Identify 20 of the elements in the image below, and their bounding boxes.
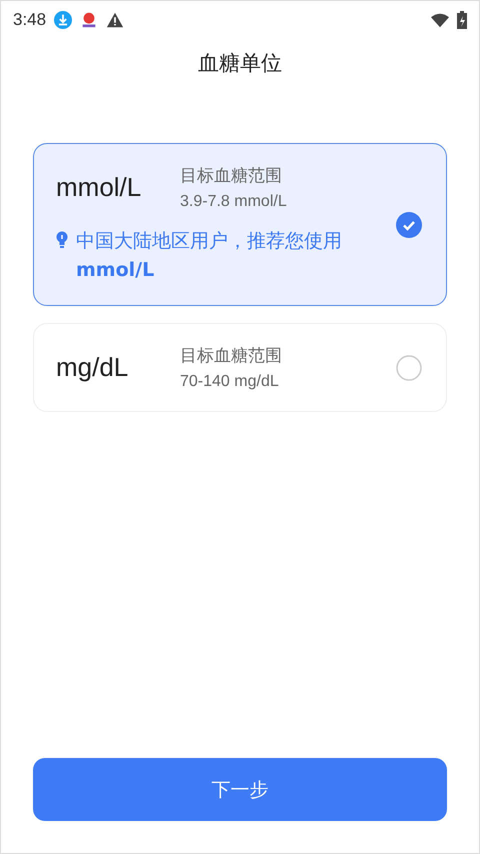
range-value: 70-140 mg/dL	[180, 373, 280, 391]
unit-option-card[interactable]: mmol/L 目标血糖范围 3.9-7.8 mmol/L 中国大陆地区用户，推荐您使用mmol/L	[33, 143, 447, 306]
range-label: 目标血糖范围	[180, 165, 283, 187]
wifi-icon	[431, 11, 449, 29]
recommendation-text: 中国大陆地区用户，推荐您使用mmol/L	[76, 229, 343, 283]
app-icon	[80, 11, 98, 29]
unit-label: mg/dL	[56, 352, 130, 383]
next-button[interactable]: 下一步	[33, 758, 447, 821]
unit-label: mmol/L	[56, 172, 142, 203]
range-label: 目标血糖范围	[180, 345, 282, 367]
warning-icon	[106, 11, 124, 29]
lightbulb-icon	[56, 231, 68, 249]
checked-radio-icon	[396, 212, 422, 238]
battery-icon	[457, 11, 467, 29]
unit-option-card[interactable]: mg/dL 目标血糖范围 70-140 mg/dL	[33, 323, 447, 412]
unchecked-radio-icon	[396, 354, 422, 380]
page-title: 血糖单位	[197, 50, 283, 77]
download-icon	[54, 11, 72, 29]
range-value: 3.9-7.8 mmol/L	[180, 193, 287, 211]
status-time: 3:48	[13, 10, 46, 30]
